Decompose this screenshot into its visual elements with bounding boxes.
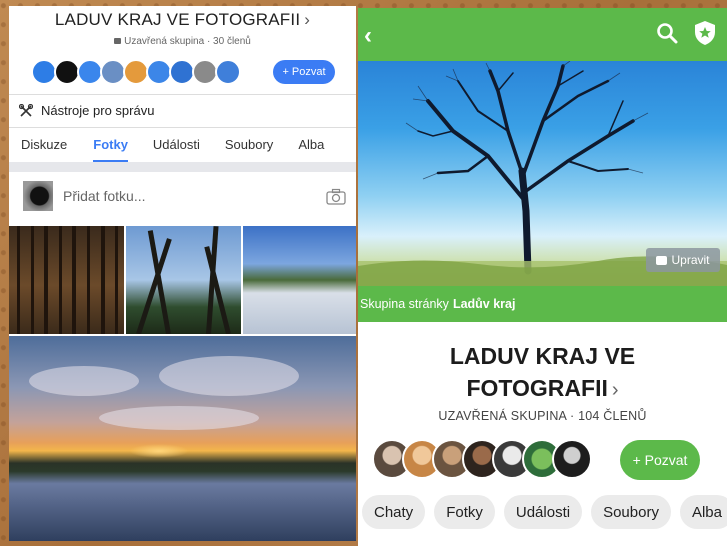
member-avatars[interactable] <box>31 58 241 86</box>
photo-frozen-pond[interactable] <box>243 226 356 334</box>
avatar <box>23 181 53 211</box>
group-meta-text: Uzavřená skupina · 30 členů <box>124 36 251 47</box>
group-meta: UZAVŘENÁ SKUPINA · 104 ČLENŮ <box>438 409 647 423</box>
invite-button[interactable]: + Pozvat <box>273 60 335 84</box>
tab-files[interactable]: Soubory <box>591 495 671 529</box>
avatar <box>552 439 592 479</box>
shield-icon[interactable] <box>694 20 716 46</box>
group-title[interactable]: LADUV KRAJ VE FOTOGRAFII › <box>9 10 356 30</box>
lock-icon <box>114 38 122 44</box>
group-tabs: Chaty Fotky Události Soubory Alba <box>362 495 727 529</box>
edit-cover-button[interactable]: Upravit <box>646 248 720 272</box>
tab-events[interactable]: Události <box>503 495 583 529</box>
group-of-page-bar[interactable]: Skupina stránky Ladův kraj <box>358 286 727 322</box>
member-avatars[interactable] <box>372 438 592 480</box>
tab-albums[interactable]: Alba <box>679 495 727 529</box>
tab-photos[interactable]: Fotky <box>93 132 128 162</box>
search-icon[interactable] <box>656 22 678 44</box>
group-title[interactable]: LADUV KRAJ VE FOTOGRAFII › <box>358 340 727 406</box>
right-screenshot: ‹ Upravit Skupina stránky Ladův kraj LAD… <box>358 8 727 546</box>
camera-icon[interactable] <box>326 188 346 205</box>
group-tabs: Diskuze Fotky Události Soubory Alba <box>9 132 356 162</box>
section-separator <box>9 162 356 172</box>
chevron-right-icon: › <box>611 379 619 401</box>
tab-albums[interactable]: Alba <box>298 132 324 162</box>
admin-tools-link[interactable]: Nástroje pro správu <box>19 103 154 118</box>
add-photo-row[interactable]: Přidat fotku... <box>9 172 356 220</box>
divider <box>9 94 356 95</box>
tab-chats[interactable]: Chaty <box>362 495 426 529</box>
group-title-text: LADUV KRAJ VE FOTOGRAFII <box>54 10 301 29</box>
group-meta: Uzavřená skupina · 30 členů <box>9 36 356 47</box>
group-title-line2: FOTOGRAFII <box>466 375 608 401</box>
tab-photos[interactable]: Fotky <box>434 495 495 529</box>
tab-discussion[interactable]: Diskuze <box>21 132 67 162</box>
back-icon[interactable]: ‹ <box>364 22 372 50</box>
photo-lake-trees[interactable] <box>126 226 241 334</box>
top-bar: ‹ <box>358 8 727 61</box>
camera-icon <box>656 255 668 265</box>
photo-sunset[interactable] <box>9 336 356 541</box>
edit-cover-label: Upravit <box>671 253 710 267</box>
admin-tools-label: Nástroje pro správu <box>41 103 155 118</box>
group-of-page-name[interactable]: Ladův kraj <box>453 297 516 311</box>
avatar <box>215 59 241 85</box>
photo-forest[interactable] <box>9 226 124 334</box>
left-screenshot: LADUV KRAJ VE FOTOGRAFII › Uzavřená skupi… <box>9 6 356 541</box>
group-title-line1: LADUV KRAJ VE <box>449 343 636 369</box>
divider <box>9 127 356 128</box>
invite-button[interactable]: + Pozvat <box>620 440 700 480</box>
tab-events[interactable]: Události <box>153 132 200 162</box>
wrench-icon <box>19 103 33 117</box>
tab-files[interactable]: Soubory <box>225 132 273 162</box>
chevron-right-icon: › <box>304 10 311 29</box>
add-photo-input[interactable]: Přidat fotku... <box>63 188 326 204</box>
group-of-page-prefix: Skupina stránky <box>360 297 449 311</box>
